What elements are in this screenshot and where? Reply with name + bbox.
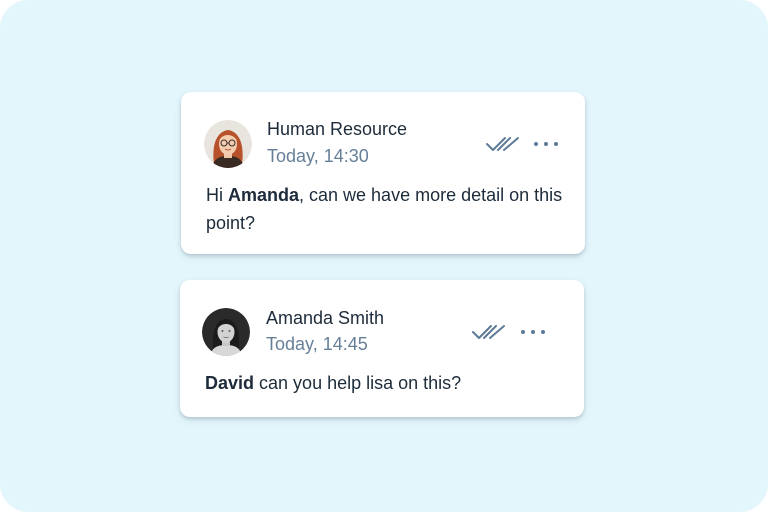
message-timestamp: Today, 14:30 [267, 146, 369, 166]
avatar[interactable] [204, 120, 252, 168]
app-background: Human Resource Today, 14:30 Hi Amanda, c… [0, 0, 768, 512]
message-card[interactable]: Amanda Smith Today, 14:45 David can you … [180, 280, 584, 417]
message-text: Hi Amanda, can we have more detail on th… [206, 181, 566, 237]
more-horizontal-icon[interactable] [520, 328, 546, 336]
double-check-icon [472, 324, 506, 340]
message-card[interactable]: Human Resource Today, 14:30 Hi Amanda, c… [181, 92, 585, 254]
double-check-icon [486, 136, 520, 152]
message-text: David can you help lisa on this? [205, 369, 565, 397]
message-text-after: can you help lisa on this? [254, 373, 462, 393]
mention[interactable]: Amanda [228, 185, 299, 205]
message-text-before: Hi [206, 185, 228, 205]
sender-name: Human Resource [267, 119, 408, 139]
avatar[interactable] [202, 308, 250, 356]
avatar-red-hair-glasses-icon [204, 120, 252, 168]
more-horizontal-icon[interactable] [533, 140, 559, 148]
avatar-dark-hair-icon [202, 308, 250, 356]
sender-name: Amanda Smith [266, 308, 385, 328]
mention[interactable]: David [205, 373, 254, 393]
message-timestamp: Today, 14:45 [266, 334, 368, 354]
